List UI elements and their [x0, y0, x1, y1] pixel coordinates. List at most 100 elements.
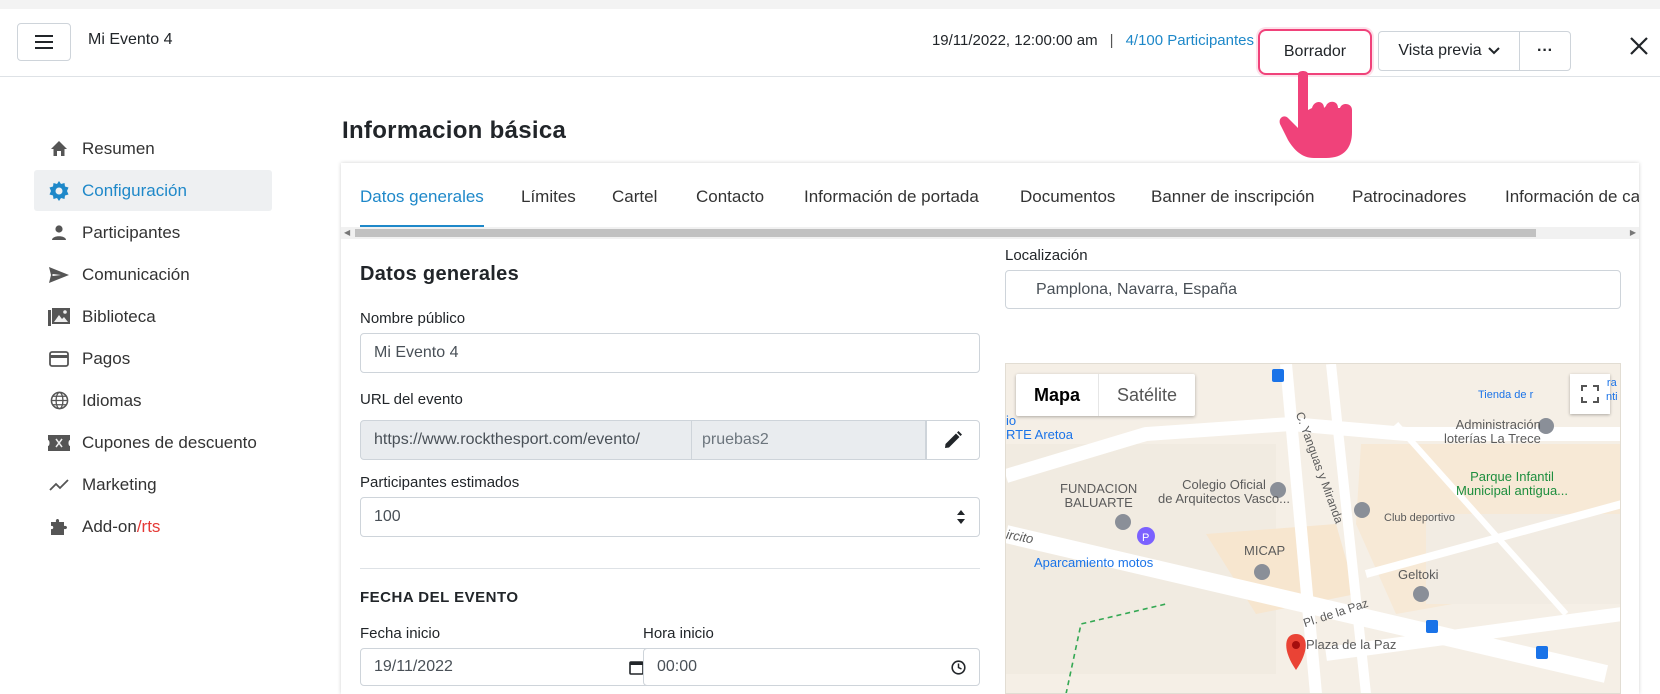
event-url-label: URL del evento: [360, 391, 463, 408]
sidebar-item-comunicacion[interactable]: Comunicación: [34, 254, 272, 295]
sidebar-item-label: Marketing: [82, 474, 157, 494]
map-type-map-button[interactable]: Mapa: [1016, 374, 1098, 416]
estimated-participants-input[interactable]: 100: [360, 497, 980, 537]
sidebar-item-configuracion[interactable]: Configuración: [34, 170, 272, 211]
globe-icon: [48, 390, 70, 412]
ticket-icon: [48, 432, 70, 454]
sidebar-item-label: Add-on: [82, 516, 137, 536]
event-url-slug-input[interactable]: pruebas2: [692, 420, 926, 460]
tab-limites[interactable]: Límites: [521, 187, 576, 227]
start-date-value: 19/11/2022: [374, 658, 453, 675]
map-label-aparcamiento: Aparcamiento motos: [1034, 555, 1154, 570]
tab-datos-generales[interactable]: Datos generales: [360, 187, 484, 227]
map-label-micap: MICAP: [1244, 543, 1286, 558]
participants-link[interactable]: Participantes: [1167, 32, 1254, 49]
map-label-club: Club deportivo: [1384, 512, 1455, 524]
event-url-prefix: https://www.rockthesport.com/evento/: [360, 420, 692, 460]
sidebar-item-idiomas[interactable]: Idiomas: [34, 380, 272, 421]
sidebar-item-label: Pagos: [82, 348, 131, 368]
sidebar-item-label: Comunicación: [82, 264, 190, 284]
event-datetime-info: 19/11/2022, 12:00:00 am | 4/100 Participan…: [932, 32, 1254, 49]
preview-dropdown-button[interactable]: Vista previa: [1378, 31, 1520, 71]
start-date-label: Fecha inicio: [360, 625, 441, 642]
map-label-parque: Parque Infantil Municipal antigua...: [1456, 469, 1569, 498]
sidebar-nav: Resumen Configuración Participantes Comu…: [34, 128, 272, 548]
sidebar-item-cupones[interactable]: Cupones de descuento: [34, 422, 272, 463]
pencil-icon: [945, 431, 962, 448]
location-label: Localización: [1005, 247, 1088, 264]
map-type-satellite-button[interactable]: Satélite: [1098, 374, 1195, 416]
public-name-input[interactable]: Mi Evento 4: [360, 333, 980, 373]
section-divider: [360, 568, 980, 569]
scrollbar-thumb[interactable]: [355, 229, 1536, 237]
more-dots-icon: ···: [1537, 42, 1553, 59]
gear-icon: [48, 180, 70, 202]
map-label-plaza-paz: Plaza de la Paz: [1306, 637, 1397, 652]
preview-label: Vista previa: [1398, 42, 1482, 59]
calendar-icon[interactable]: [629, 660, 644, 675]
map-label-tienda: Tienda de r: [1478, 389, 1534, 401]
estimated-participants-value: 100: [374, 508, 401, 525]
event-title: Mi Evento 4: [88, 31, 173, 48]
addon-suffix: /rts: [136, 516, 161, 536]
draft-status-button[interactable]: Borrador: [1258, 29, 1372, 75]
tab-cartel[interactable]: Cartel: [612, 187, 657, 227]
scroll-left-icon[interactable]: ◀: [344, 228, 350, 237]
map-type-control: Mapa Satélite: [1016, 374, 1196, 416]
settings-card: Datos generales Límites Cartel Contacto …: [341, 163, 1639, 694]
tab-documentos[interactable]: Documentos: [1020, 187, 1115, 227]
start-time-value: 00:00: [657, 658, 698, 675]
participants-count: 4/100: [1125, 32, 1164, 49]
event-datetime: 19/11/2022, 12:00:00 am: [931, 32, 1098, 49]
location-input[interactable]: Pamplona, Navarra, España: [1005, 270, 1621, 309]
map-label-colegio: Colegio Oficial de Arquitectos Vasco...: [1158, 477, 1290, 506]
start-time-label: Hora inicio: [643, 625, 714, 642]
sidebar-item-biblioteca[interactable]: Biblioteca: [34, 296, 272, 337]
tabs-scrollbar[interactable]: ◀ ▶: [341, 227, 1639, 239]
sidebar-item-label: Configuración: [82, 180, 187, 200]
sidebar-item-label: Idiomas: [82, 390, 142, 410]
close-button[interactable]: [1624, 31, 1654, 61]
more-options-button[interactable]: ···: [1519, 31, 1571, 71]
close-icon: [1630, 37, 1648, 55]
clock-icon[interactable]: [951, 659, 966, 675]
svg-text:P: P: [1142, 532, 1149, 544]
event-date-section-title: FECHA DEL EVENTO: [360, 589, 519, 606]
start-date-input[interactable]: 19/11/2022: [360, 648, 658, 686]
hamburger-menu-button[interactable]: [17, 23, 71, 61]
map-label-administracion: Administración loterías La Trece: [1444, 417, 1541, 446]
chevron-down-icon: [1487, 47, 1500, 55]
hamburger-icon: [35, 35, 53, 49]
tab-patrocinadores[interactable]: Patrocinadores: [1352, 187, 1466, 227]
separator: |: [1109, 32, 1114, 49]
tab-informacion-portada[interactable]: Información de portada: [804, 187, 979, 227]
image-library-icon: [48, 306, 70, 328]
map-label-aretoa: io RTE Aretoa: [1006, 413, 1073, 442]
sidebar-item-addon[interactable]: Add-on/rts: [34, 506, 272, 547]
scroll-right-icon[interactable]: ▶: [1630, 228, 1636, 237]
tab-contacto[interactable]: Contacto: [696, 187, 764, 227]
fullscreen-icon: [1581, 385, 1599, 403]
send-icon: [48, 264, 70, 286]
map-label-geltoki: Geltoki: [1398, 567, 1439, 582]
location-map[interactable]: P Mapa Satélite io RTE Aretoa Tienda de …: [1005, 363, 1621, 694]
number-stepper-icon[interactable]: [956, 509, 966, 525]
sidebar-item-participantes[interactable]: Participantes: [34, 212, 272, 253]
sidebar-item-label: Cupones de descuento: [82, 432, 257, 452]
sidebar-item-label: Resumen: [82, 138, 155, 158]
edit-url-button[interactable]: [926, 420, 980, 460]
top-bar: Mi Evento 4 19/11/2022, 12:00:00 am | 4/10…: [0, 0, 1660, 77]
sidebar-item-label: Biblioteca: [82, 306, 156, 326]
home-icon: [48, 138, 70, 160]
credit-card-icon: [48, 348, 70, 370]
tab-banner-inscripcion[interactable]: Banner de inscripción: [1151, 187, 1314, 227]
sidebar-item-marketing[interactable]: Marketing: [34, 464, 272, 505]
map-label-fundacion: FUNDACION BALUARTE: [1060, 481, 1138, 510]
tab-informacion-ca[interactable]: Información de ca: [1505, 187, 1639, 227]
section-title: Datos generales: [360, 263, 520, 285]
estimated-participants-label: Participantes estimados: [360, 474, 520, 491]
sidebar-item-resumen[interactable]: Resumen: [34, 128, 272, 169]
start-time-input[interactable]: 00:00: [643, 648, 980, 686]
map-fullscreen-button[interactable]: [1570, 374, 1610, 414]
sidebar-item-pagos[interactable]: Pagos: [34, 338, 272, 379]
